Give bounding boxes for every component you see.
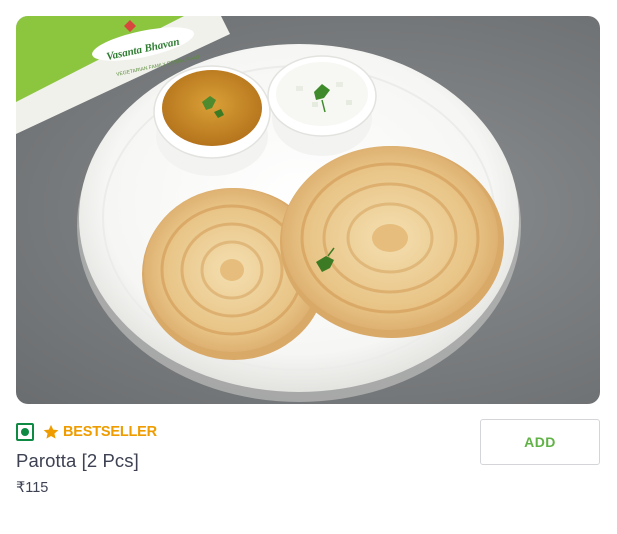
parotta-right [280,146,504,338]
item-photo-illustration: Vasanta Bhavan VEGETARIAN FAMILY RESTAUR… [16,16,521,402]
star-icon [43,424,59,439]
curry-bowl [153,65,271,176]
item-price: ₹115 [16,480,49,496]
add-button[interactable]: ADD [480,419,600,465]
raita-bowl [267,55,377,156]
bestseller-label: BESTSELLER [63,424,157,440]
veg-icon [16,423,34,441]
item-badges: BESTSELLER [16,422,157,442]
veg-dot [21,428,29,436]
menu-item-card: Vasanta Bhavan VEGETARIAN FAMILY RESTAUR… [0,0,617,534]
item-photo[interactable]: Vasanta Bhavan VEGETARIAN FAMILY RESTAUR… [16,16,600,404]
item-name: Parotta [2 Pcs] [16,450,139,471]
